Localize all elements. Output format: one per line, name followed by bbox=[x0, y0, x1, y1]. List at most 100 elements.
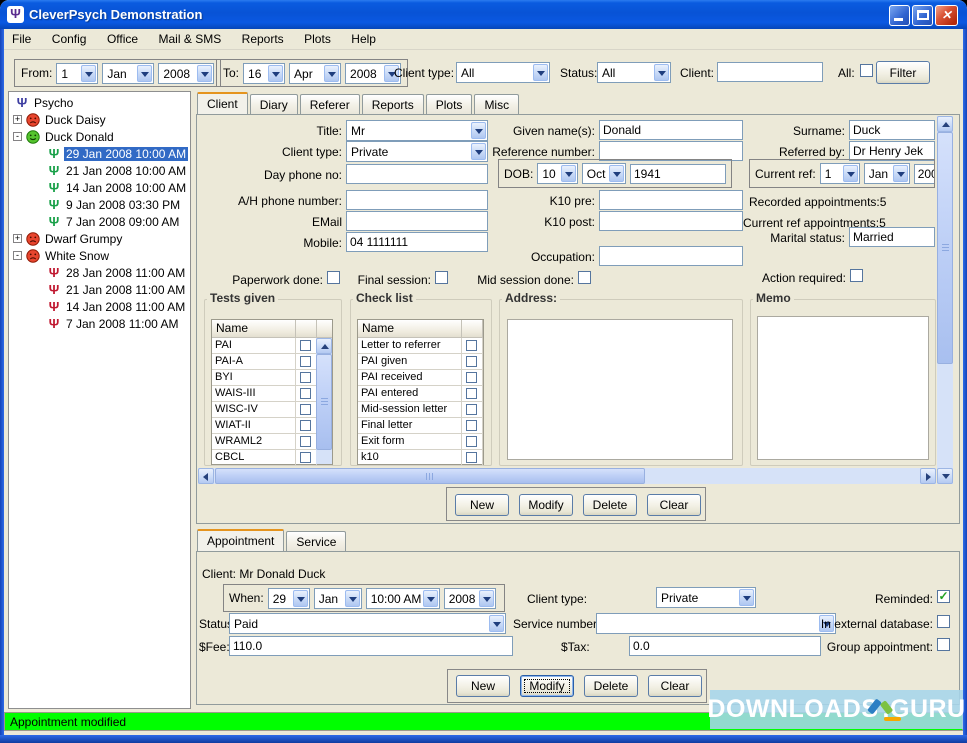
chevron-down-icon[interactable] bbox=[324, 65, 339, 82]
filter-button[interactable]: Filter bbox=[876, 61, 930, 84]
tree-item-duck-daisy[interactable]: +Duck Daisy bbox=[9, 111, 190, 128]
table-row[interactable]: k10 bbox=[358, 450, 483, 466]
chevron-down-icon[interactable] bbox=[561, 165, 576, 182]
when-day-combo[interactable]: 29 bbox=[268, 588, 310, 609]
delete-button[interactable]: Delete bbox=[584, 675, 638, 697]
tree-item-white-snow[interactable]: -White Snow bbox=[9, 247, 190, 264]
table-row[interactable]: WIAT-II bbox=[212, 418, 332, 434]
all-checkbox[interactable] bbox=[860, 64, 873, 77]
client-filter-input[interactable] bbox=[717, 62, 823, 82]
from-day-combo[interactable]: 1 bbox=[56, 63, 98, 84]
chevron-down-icon[interactable] bbox=[843, 165, 858, 182]
table-row[interactable]: Mid-session letter bbox=[358, 402, 483, 418]
row-checkbox[interactable] bbox=[466, 388, 477, 399]
tab-plots[interactable]: Plots bbox=[426, 94, 473, 114]
clear-button[interactable]: Clear bbox=[648, 675, 702, 697]
row-checkbox[interactable] bbox=[300, 356, 311, 367]
k10-pre-input[interactable] bbox=[599, 190, 743, 210]
tree-item-appointment[interactable]: Ψ14 Jan 2008 10:00 AM bbox=[9, 179, 190, 196]
row-checkbox[interactable] bbox=[300, 452, 311, 463]
k10-post-input[interactable] bbox=[599, 211, 743, 231]
when-month-combo[interactable]: Jan bbox=[314, 588, 362, 609]
new-button[interactable]: New bbox=[456, 675, 510, 697]
mobile-input[interactable] bbox=[346, 232, 488, 252]
chevron-down-icon[interactable] bbox=[893, 165, 908, 182]
menu-plots[interactable]: Plots bbox=[296, 29, 339, 49]
from-year-combo[interactable]: 2008 bbox=[158, 63, 214, 84]
chevron-down-icon[interactable] bbox=[739, 589, 754, 606]
tree-item-appointment[interactable]: Ψ7 Jan 2008 09:00 AM bbox=[9, 213, 190, 230]
tree-item-appointment[interactable]: Ψ14 Jan 2008 11:00 AM bbox=[9, 298, 190, 315]
table-row[interactable]: BYI bbox=[212, 370, 332, 386]
dob-year-input[interactable] bbox=[630, 164, 726, 184]
tree-item-psycho[interactable]: ΨPsycho bbox=[9, 94, 190, 111]
tree-item-dwarf-grumpy[interactable]: +Dwarf Grumpy bbox=[9, 230, 190, 247]
status-filter-combo[interactable]: All bbox=[597, 62, 671, 83]
tree-item-duck-donald[interactable]: -Duck Donald bbox=[9, 128, 190, 145]
tab-referer[interactable]: Referer bbox=[300, 94, 360, 114]
current-ref-year-input[interactable] bbox=[914, 164, 935, 184]
row-checkbox[interactable] bbox=[466, 420, 477, 431]
to-month-combo[interactable]: Apr bbox=[289, 63, 341, 84]
to-day-combo[interactable]: 16 bbox=[243, 63, 285, 84]
table-row[interactable]: Final letter bbox=[358, 418, 483, 434]
reminded-checkbox[interactable]: ✓ bbox=[937, 590, 950, 603]
modify-button[interactable]: Modify bbox=[520, 675, 574, 697]
table-row[interactable]: PAI entered bbox=[358, 386, 483, 402]
in-external-database-checkbox[interactable] bbox=[937, 615, 950, 628]
client-tree[interactable]: ΨPsycho +Duck Daisy -Duck Donald Ψ29 Jan… bbox=[8, 91, 191, 709]
current-ref-day-combo[interactable]: 1 bbox=[820, 163, 860, 184]
expand-icon[interactable]: + bbox=[13, 234, 22, 243]
marital-status-input[interactable] bbox=[849, 227, 935, 247]
menu-help[interactable]: Help bbox=[343, 29, 384, 49]
when-year-combo[interactable]: 2008 bbox=[444, 588, 496, 609]
tree-item-appointment[interactable]: Ψ21 Jan 2008 10:00 AM bbox=[9, 162, 190, 179]
modify-button[interactable]: Modify bbox=[519, 494, 573, 516]
appointment-client-type-combo[interactable]: Private bbox=[656, 587, 756, 608]
table-row[interactable]: WISC-IV bbox=[212, 402, 332, 418]
row-checkbox[interactable] bbox=[300, 420, 311, 431]
row-checkbox[interactable] bbox=[466, 356, 477, 367]
client-vertical-scrollbar[interactable] bbox=[937, 116, 953, 484]
title-bar[interactable]: Ψ CleverPsych Demonstration ✕ bbox=[0, 0, 967, 29]
row-checkbox[interactable] bbox=[300, 372, 311, 383]
collapse-icon[interactable]: - bbox=[13, 251, 22, 260]
chevron-down-icon[interactable] bbox=[81, 65, 96, 82]
when-time-combo[interactable]: 10:00 AM bbox=[366, 588, 440, 609]
scroll-up-button[interactable] bbox=[937, 116, 953, 132]
row-checkbox[interactable] bbox=[466, 404, 477, 415]
scrollbar-thumb[interactable] bbox=[215, 468, 645, 484]
mid-session-done-checkbox[interactable] bbox=[578, 271, 591, 284]
dob-day-combo[interactable]: 10 bbox=[537, 163, 577, 184]
chevron-down-icon[interactable] bbox=[479, 590, 494, 607]
occupation-input[interactable] bbox=[599, 246, 743, 266]
menu-office[interactable]: Office bbox=[99, 29, 146, 49]
table-row[interactable]: Letter to referrer bbox=[358, 338, 483, 354]
tree-item-appointment[interactable]: Ψ29 Jan 2008 10:00 AM bbox=[9, 145, 190, 162]
chevron-down-icon[interactable] bbox=[197, 65, 212, 82]
row-checkbox[interactable] bbox=[466, 452, 477, 463]
scroll-up-button[interactable] bbox=[316, 338, 332, 354]
tree-item-appointment[interactable]: Ψ7 Jan 2008 11:00 AM bbox=[9, 315, 190, 332]
address-textarea[interactable] bbox=[507, 319, 733, 460]
row-checkbox[interactable] bbox=[466, 436, 477, 447]
expand-icon[interactable]: + bbox=[13, 115, 22, 124]
surname-input[interactable] bbox=[849, 120, 935, 140]
collapse-icon[interactable]: - bbox=[13, 132, 22, 141]
chevron-down-icon[interactable] bbox=[533, 64, 548, 81]
maximize-button[interactable] bbox=[912, 5, 933, 26]
client-type-filter-combo[interactable]: All bbox=[456, 62, 550, 83]
day-phone-input[interactable] bbox=[346, 164, 488, 184]
dob-month-combo[interactable]: Oct bbox=[582, 163, 626, 184]
row-checkbox[interactable] bbox=[466, 372, 477, 383]
menu-mail-sms[interactable]: Mail & SMS bbox=[151, 29, 230, 49]
table-row[interactable]: PAI given bbox=[358, 354, 483, 370]
chevron-down-icon[interactable] bbox=[137, 65, 152, 82]
chevron-down-icon[interactable] bbox=[654, 64, 669, 81]
final-session-checkbox[interactable] bbox=[435, 271, 448, 284]
to-year-combo[interactable]: 2008 bbox=[345, 63, 401, 84]
tree-item-appointment[interactable]: Ψ9 Jan 2008 03:30 PM bbox=[9, 196, 190, 213]
scrollbar-thumb[interactable] bbox=[937, 132, 953, 364]
scroll-down-button[interactable] bbox=[937, 468, 953, 484]
tab-reports[interactable]: Reports bbox=[362, 94, 424, 114]
